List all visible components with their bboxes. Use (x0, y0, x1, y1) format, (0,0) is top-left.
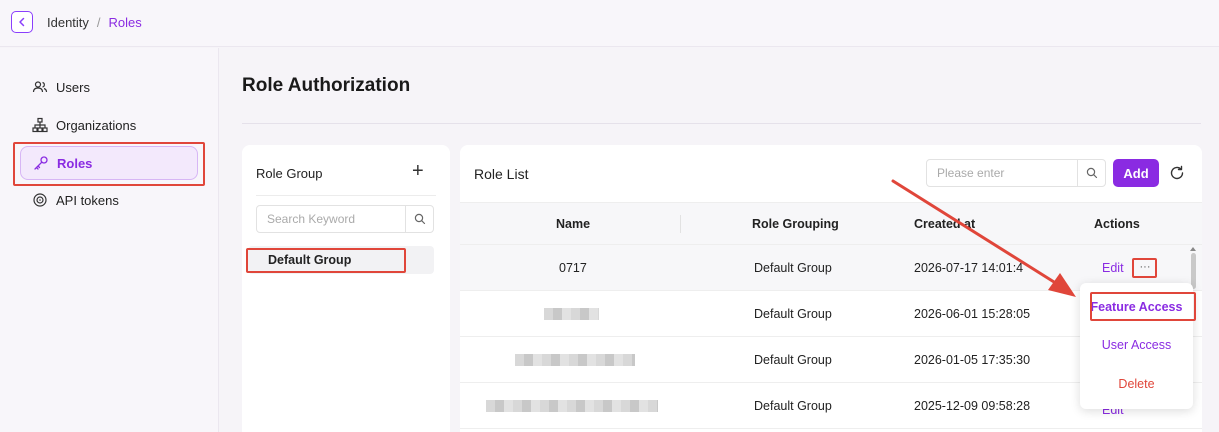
key-icon (34, 156, 48, 170)
role-grouping: Default Group (754, 261, 832, 275)
divider (256, 195, 436, 196)
refresh-icon[interactable] (1168, 164, 1186, 182)
sidebar-item-roles[interactable]: Roles (20, 146, 198, 180)
search-icon (1086, 167, 1097, 179)
role-group-title: Role Group (256, 166, 323, 181)
sidebar-item-label: Users (56, 79, 90, 95)
column-header-role-grouping: Role Grouping (752, 217, 839, 231)
role-grouping: Default Group (754, 307, 832, 321)
more-actions-button[interactable]: ··· (1136, 259, 1154, 275)
scroll-up-arrow[interactable] (1190, 247, 1196, 251)
breadcrumb-separator: / (96, 15, 101, 30)
created-at: 2025-12-09 09:58:28 (914, 399, 1031, 413)
page-title: Role Authorization (242, 75, 411, 96)
sidebar: Users Organizations Roles API tokens (0, 48, 219, 432)
role-search-button[interactable] (1077, 160, 1105, 186)
edit-link[interactable]: Edit (1102, 261, 1124, 275)
breadcrumb: Identity / Roles (47, 15, 142, 30)
actions-dropdown: Feature Access User Access Delete (1080, 283, 1193, 409)
redacted-role-name (544, 308, 599, 320)
add-role-button[interactable]: Add (1113, 159, 1159, 187)
search-icon (414, 213, 425, 225)
table-header: Name Role Grouping Created at Actions (460, 202, 1202, 245)
users-icon (32, 81, 48, 93)
group-search (256, 205, 434, 233)
sidebar-item-api-tokens[interactable]: API tokens (20, 183, 198, 217)
sidebar-item-users[interactable]: Users (20, 70, 198, 104)
org-tree-icon (32, 117, 48, 133)
created-at: 2026-01-05 17:35:30 (914, 353, 1031, 367)
role-name: 0717 (559, 261, 587, 275)
role-group-panel: Role Group + Default Group (242, 145, 450, 432)
role-search-input[interactable] (927, 160, 1077, 186)
column-header-created-at: Created at (914, 217, 976, 231)
group-item-default[interactable]: Default Group (248, 246, 434, 274)
redacted-role-name (515, 354, 635, 366)
breadcrumb-roles: Roles (108, 15, 142, 30)
chevron-left-icon (19, 17, 25, 27)
role-search (926, 159, 1106, 187)
sidebar-item-label: API tokens (56, 192, 119, 208)
back-button[interactable] (11, 11, 33, 33)
token-icon (33, 193, 47, 207)
role-grouping: Default Group (754, 353, 832, 367)
add-group-button[interactable]: + (412, 161, 424, 181)
scrollbar[interactable] (1191, 253, 1196, 289)
menu-item-feature-access[interactable]: Feature Access (1080, 300, 1193, 314)
group-search-input[interactable] (257, 206, 405, 232)
menu-item-delete[interactable]: Delete (1080, 377, 1193, 391)
sidebar-item-label: Organizations (56, 117, 137, 133)
group-search-button[interactable] (405, 206, 433, 232)
top-bar: Identity / Roles (0, 0, 1219, 47)
role-list-title: Role List (474, 166, 529, 182)
sidebar-item-organizations[interactable]: Organizations (20, 108, 198, 142)
breadcrumb-identity[interactable]: Identity (47, 15, 89, 30)
column-divider (680, 215, 681, 233)
sidebar-item-label: Roles (57, 155, 93, 171)
created-at: 2026-06-01 15:28:05 (914, 307, 1031, 321)
column-header-name: Name (556, 217, 591, 231)
column-header-actions: Actions (1094, 217, 1140, 231)
menu-item-user-access[interactable]: User Access (1080, 338, 1193, 352)
created-at: 2026-07-17 14:01:4 (914, 261, 1024, 275)
main-content: Role Authorization Role Group + Default … (220, 48, 1219, 432)
title-divider (242, 123, 1201, 124)
role-grouping: Default Group (754, 399, 832, 413)
redacted-role-name (486, 400, 658, 412)
